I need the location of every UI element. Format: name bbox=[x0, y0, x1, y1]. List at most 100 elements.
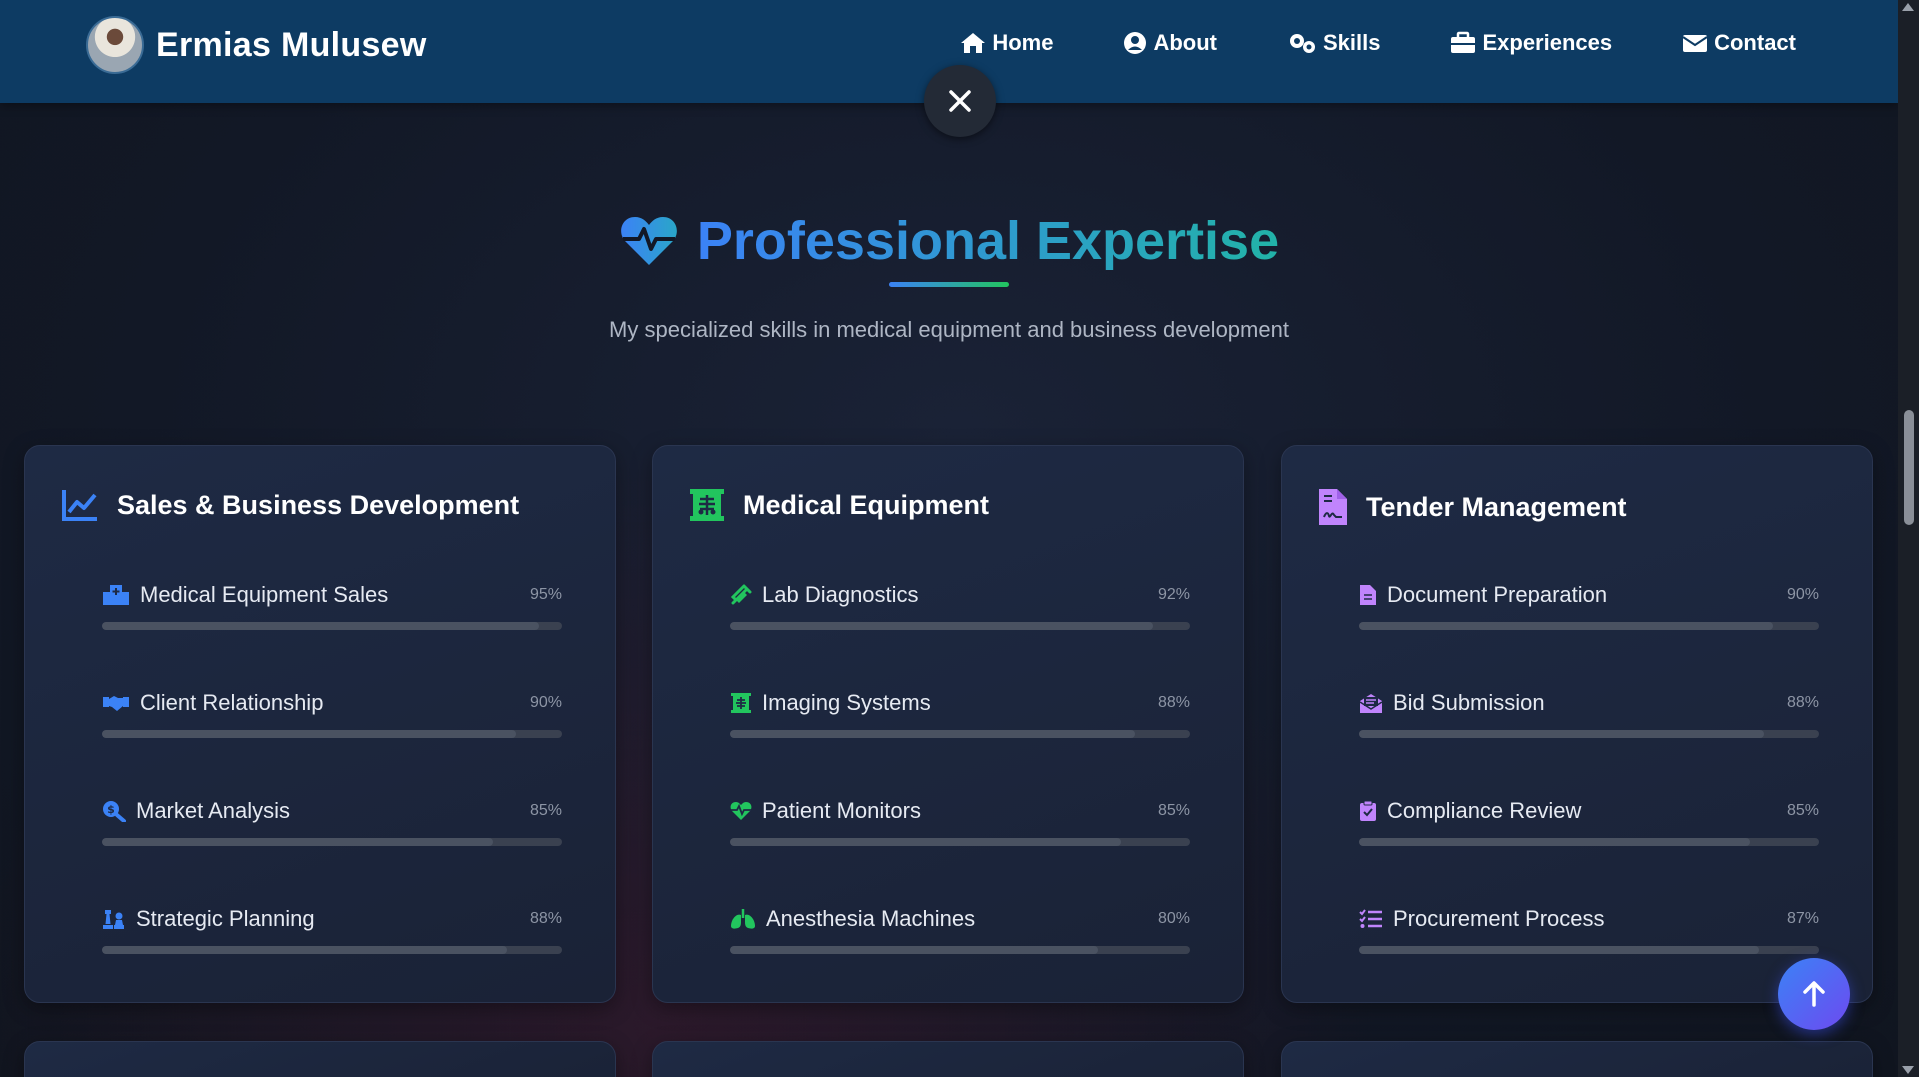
title-underline bbox=[889, 282, 1009, 287]
skill-percent: 88% bbox=[529, 910, 562, 927]
skill-item: Anesthesia Machines 80% bbox=[730, 906, 1190, 954]
progress-track bbox=[102, 730, 562, 738]
skill-label: Patient Monitors bbox=[762, 798, 921, 823]
briefcase-icon bbox=[1451, 31, 1476, 53]
progress-track bbox=[1359, 730, 1819, 738]
progress-fill bbox=[1359, 838, 1750, 846]
nav-contact[interactable]: Contact bbox=[1682, 30, 1796, 56]
brand-name: Ermias Mulusew bbox=[156, 25, 427, 64]
skill-label: Medical Equipment Sales bbox=[140, 582, 389, 607]
skill-percent: 87% bbox=[1786, 910, 1819, 927]
skill-item: Compliance Review 85% bbox=[1359, 798, 1819, 846]
progress-fill bbox=[1359, 622, 1773, 630]
skill-card-partial bbox=[652, 1041, 1244, 1077]
section-title: Professional Expertise bbox=[696, 211, 1280, 271]
nav-experiences[interactable]: Experiences bbox=[1450, 30, 1612, 56]
progress-fill bbox=[730, 730, 1135, 738]
skill-card-sales: Sales & Business Development Medical Equ… bbox=[24, 445, 616, 1003]
arrow-up-icon bbox=[1803, 981, 1825, 1007]
scroll-thumb[interactable] bbox=[1904, 410, 1914, 525]
skill-item: Medical Equipment Sales 95% bbox=[102, 582, 562, 630]
card-title: Tender Management bbox=[1366, 491, 1627, 522]
progress-track bbox=[730, 730, 1190, 738]
close-icon bbox=[949, 90, 971, 112]
lungs-icon bbox=[731, 909, 755, 929]
hospital-icon bbox=[103, 585, 129, 605]
nav-skills-label: Skills bbox=[1322, 30, 1381, 55]
scroll-down-arrow-icon[interactable] bbox=[1902, 1066, 1914, 1074]
progress-track bbox=[730, 838, 1190, 846]
progress-fill bbox=[102, 622, 539, 630]
nav-contact-label: Contact bbox=[1714, 30, 1796, 55]
scroll-up-arrow-icon[interactable] bbox=[1902, 3, 1914, 11]
nav-about-label: About bbox=[1153, 30, 1217, 55]
close-button[interactable] bbox=[924, 65, 996, 137]
chart-line-icon bbox=[62, 490, 97, 521]
skill-card-partial bbox=[1281, 1041, 1873, 1077]
clipboard-check-icon bbox=[1360, 800, 1376, 821]
skill-percent: 95% bbox=[529, 586, 562, 603]
progress-fill bbox=[1359, 730, 1764, 738]
skill-item: $ Market Analysis 85% bbox=[102, 798, 562, 846]
progress-track bbox=[102, 838, 562, 846]
card-title: Sales & Business Development bbox=[117, 489, 520, 520]
back-to-top-button[interactable] bbox=[1778, 958, 1850, 1030]
progress-fill bbox=[730, 838, 1121, 846]
progress-track bbox=[1359, 946, 1819, 954]
envelope-icon bbox=[1682, 35, 1708, 52]
skill-percent: 92% bbox=[1157, 586, 1190, 603]
progress-fill bbox=[102, 730, 516, 738]
skill-label: Strategic Planning bbox=[136, 906, 315, 931]
skill-percent: 88% bbox=[1786, 694, 1819, 711]
card-title: Medical Equipment bbox=[743, 489, 990, 520]
gears-icon bbox=[1289, 34, 1315, 53]
skill-item: Imaging Systems 88% bbox=[730, 690, 1190, 738]
skill-percent: 88% bbox=[1157, 694, 1190, 711]
skill-item: Bid Submission 88% bbox=[1359, 690, 1819, 738]
section-subtitle: My specialized skills in medical equipme… bbox=[609, 317, 1289, 342]
x-ray-icon bbox=[690, 489, 724, 521]
heartbeat-icon bbox=[621, 217, 677, 265]
skill-label: Lab Diagnostics bbox=[762, 582, 919, 607]
skill-percent: 80% bbox=[1157, 910, 1190, 927]
progress-track bbox=[102, 946, 562, 954]
skill-item: Strategic Planning 88% bbox=[102, 906, 562, 954]
file-icon bbox=[1360, 585, 1376, 605]
progress-track bbox=[1359, 622, 1819, 630]
nav-home[interactable]: Home bbox=[960, 30, 1053, 56]
skill-percent: 85% bbox=[529, 802, 562, 819]
skill-percent: 85% bbox=[1786, 802, 1819, 819]
skill-label: Imaging Systems bbox=[762, 690, 931, 715]
skill-label: Market Analysis bbox=[136, 798, 291, 823]
skill-percent: 90% bbox=[1786, 586, 1819, 603]
page-scrollbar[interactable] bbox=[1898, 0, 1919, 1077]
skill-item: Procurement Process 87% bbox=[1359, 906, 1819, 954]
nav-home-label: Home bbox=[992, 30, 1054, 55]
skill-label: Anesthesia Machines bbox=[766, 906, 976, 931]
avatar bbox=[86, 16, 144, 74]
progress-track bbox=[730, 946, 1190, 954]
main-nav: Home About Skills Experiences Contact bbox=[890, 30, 1796, 56]
skill-percent: 90% bbox=[529, 694, 562, 711]
chess-icon bbox=[103, 910, 124, 929]
nav-experiences-label: Experiences bbox=[1482, 30, 1613, 55]
skill-item: Lab Diagnostics 92% bbox=[730, 582, 1190, 630]
skill-item: Document Preparation 90% bbox=[1359, 582, 1819, 630]
heartbeat-icon bbox=[730, 802, 752, 820]
brand[interactable]: Ermias Mulusew bbox=[86, 16, 427, 74]
home-icon bbox=[961, 33, 986, 53]
nav-about[interactable]: About bbox=[1123, 30, 1217, 56]
skill-label: Bid Submission bbox=[1393, 690, 1545, 715]
progress-fill bbox=[1359, 946, 1760, 954]
file-contract-icon bbox=[1319, 489, 1347, 525]
handshake-icon bbox=[103, 696, 129, 711]
progress-track bbox=[1359, 838, 1819, 846]
skill-label: Client Relationship bbox=[140, 690, 324, 715]
nav-skills[interactable]: Skills bbox=[1287, 30, 1380, 56]
syringe-icon bbox=[730, 584, 752, 605]
skill-label: Document Preparation bbox=[1387, 582, 1608, 607]
section-header: Professional Expertise My specialized sk… bbox=[0, 210, 1898, 343]
svg-text:$: $ bbox=[107, 803, 115, 816]
skill-label: Procurement Process bbox=[1393, 906, 1605, 931]
progress-track bbox=[102, 622, 562, 630]
